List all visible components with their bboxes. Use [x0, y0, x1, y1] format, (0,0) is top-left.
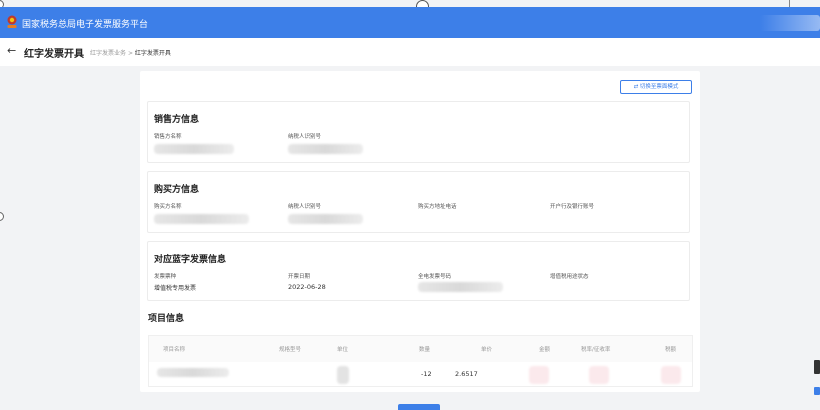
quantity-value: -12: [421, 370, 432, 378]
amount-value: [529, 366, 549, 384]
items-table: 项目名称 规格型号 单位 数量 单价 金额 税率/征收率 税额 -12 2.65…: [148, 335, 693, 387]
col-amount: 金额: [539, 347, 551, 353]
seller-taxid-value: [288, 144, 363, 154]
invoice-number-label: 全电发票号码: [418, 274, 452, 280]
col-tax-amount: 税额: [665, 347, 677, 353]
blue-invoice-title: 对应蓝字发票信息: [154, 255, 227, 265]
breadcrumb-separator: >: [127, 50, 133, 57]
tax-amount-value: [661, 366, 681, 384]
left-edge-circle-mid: [0, 212, 4, 221]
invoice-type-label: 发票票种: [154, 274, 177, 280]
buyer-name-value: [154, 214, 249, 224]
switch-mode-button[interactable]: ⇄ 切换至票面模式: [620, 80, 692, 94]
issue-date-label: 开票日期: [288, 274, 311, 280]
items-table-header: 项目名称 规格型号 单位 数量 单价 金额 税率/征收率 税额: [149, 336, 692, 362]
col-item-name: 项目名称: [163, 347, 186, 353]
breadcrumb-parent[interactable]: 红字发票业务: [90, 50, 126, 57]
buyer-taxid-label: 纳税人识别号: [288, 204, 322, 210]
edge-line: [789, 0, 790, 7]
vat-status-label: 增值税用途状态: [550, 274, 589, 280]
back-arrow-icon[interactable]: ←: [7, 44, 16, 57]
invoice-number-value: [418, 282, 503, 292]
buyer-taxid-value: [288, 214, 363, 224]
user-info-area[interactable]: [760, 15, 820, 31]
col-spec: 规格型号: [279, 347, 302, 353]
buyer-title: 购买方信息: [154, 185, 200, 195]
unit-price-value: 2.6517: [455, 370, 478, 378]
col-tax-rate: 税率/征收率: [581, 347, 611, 353]
breadcrumb-current: 红字发票开具: [134, 50, 171, 57]
breadcrumb: 红字发票业务 > 红字发票开具: [90, 48, 171, 57]
col-unit-price: 单价: [481, 347, 493, 353]
buyer-address-label: 购买方地址电话: [418, 204, 457, 210]
issue-date-value: 2022-06-28: [288, 283, 326, 291]
items-title: 项目信息: [148, 314, 185, 324]
main-panel: ⇄ 切换至票面模式 销售方信息 销售方名称 纳税人识别号 购买方信息 购买方名称…: [140, 71, 700, 392]
seller-title: 销售方信息: [154, 115, 200, 125]
item-name-value: [157, 368, 229, 377]
side-help-icon[interactable]: [814, 387, 820, 395]
seller-section: 销售方信息 销售方名称 纳税人识别号: [147, 101, 690, 163]
buyer-name-label: 购买方名称: [154, 204, 182, 210]
col-quantity: 数量: [419, 347, 431, 353]
seller-name-label: 销售方名称: [154, 134, 182, 140]
switch-mode-label: 切换至票面模式: [639, 84, 679, 90]
seller-name-value: [154, 144, 234, 154]
platform-name: 国家税务总局电子发票服务平台: [22, 20, 149, 30]
tax-logo-icon: [7, 15, 17, 28]
unit-value: [337, 366, 349, 384]
seller-taxid-label: 纳税人识别号: [288, 134, 322, 140]
switch-icon: ⇄: [633, 84, 639, 90]
blue-invoice-section: 对应蓝字发票信息 发票票种 开票日期 全电发票号码 增值税用途状态 增值税专用发…: [147, 241, 690, 301]
top-navbar: 国家税务总局电子发票服务平台: [0, 7, 820, 38]
buyer-bank-label: 开户行及银行账号: [550, 204, 595, 210]
side-tool-icon[interactable]: [814, 360, 820, 374]
page-header: ← 红字发票开具 红字发票业务 > 红字发票开具: [0, 38, 820, 66]
invoice-type-value: 增值税专用发票: [154, 285, 197, 292]
buyer-section: 购买方信息 购买方名称 纳税人识别号 购买方地址电话 开户行及银行账号: [147, 171, 690, 233]
page-title: 红字发票开具: [24, 49, 84, 60]
tax-rate-value: [589, 366, 609, 384]
col-unit: 单位: [337, 347, 349, 353]
bottom-action-button[interactable]: [398, 404, 440, 410]
